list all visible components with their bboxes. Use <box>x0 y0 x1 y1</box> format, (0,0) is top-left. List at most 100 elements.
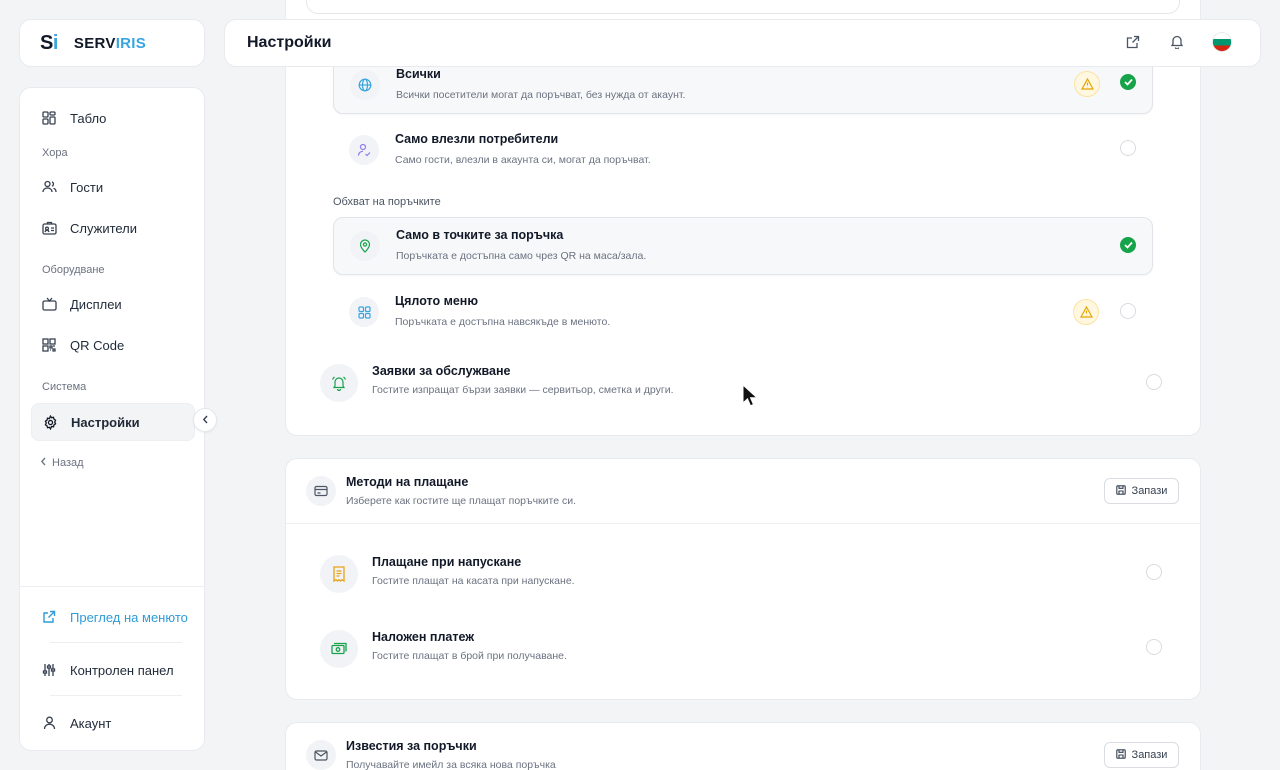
selected-check-icon <box>1120 237 1136 253</box>
bell-icon <box>1170 34 1184 54</box>
top-bar: Настройки <box>224 19 1261 67</box>
sliders-icon <box>41 662 57 678</box>
map-pin-icon <box>350 231 380 261</box>
sidebar-item-settings[interactable]: Настройки <box>31 403 195 441</box>
page-title: Настройки <box>247 34 332 51</box>
payment-method-toggle[interactable] <box>1146 639 1162 655</box>
sidebar-divider <box>20 586 204 587</box>
back-link[interactable]: Назад <box>40 457 84 469</box>
sidebar-section-system: Система <box>42 381 87 393</box>
section-title: Методи на плащане <box>346 475 469 489</box>
option-logged-in-only[interactable]: Само влезли потребители Само гости, влез… <box>333 122 1153 180</box>
account-label: Акаунт <box>70 715 112 731</box>
chevron-left-icon <box>40 457 47 469</box>
sidebar-item-label: Дисплеи <box>70 296 122 312</box>
account-link[interactable]: Акаунт <box>31 707 195 739</box>
save-label: Запази <box>1131 485 1168 497</box>
sidebar-section-equipment: Оборудване <box>42 264 105 276</box>
option-description: Поръчката е достъпна навсякъде в менюто. <box>395 316 611 328</box>
section-description: Изберете как гостите ще плащат поръчките… <box>346 495 576 507</box>
row-description: Гостите плащат в брой при получаване. <box>372 650 567 662</box>
service-requests-toggle[interactable] <box>1146 374 1162 390</box>
row-description: Гостите изпращат бързи заявки — сервитьо… <box>372 384 674 396</box>
option-order-points-only[interactable]: Само в точките за поръчка Поръчката е до… <box>333 217 1153 275</box>
logo-mark: Si <box>40 31 58 54</box>
sidebar-section-people: Хора <box>42 147 68 159</box>
row-title: Заявки за обслужване <box>372 364 511 378</box>
selected-check-icon <box>1120 74 1136 90</box>
save-button[interactable]: Запази <box>1104 478 1179 504</box>
qr-code-icon <box>41 337 57 353</box>
save-icon <box>1115 484 1126 498</box>
external-link-icon <box>41 609 57 625</box>
gear-icon <box>42 414 58 430</box>
option-description: Поръчката е достъпна само чрез QR на мас… <box>396 250 647 262</box>
option-title: Всички <box>396 67 441 81</box>
section-divider <box>286 523 1200 524</box>
save-button[interactable]: Запази <box>1104 742 1179 768</box>
sidebar-item-label: Табло <box>70 110 107 126</box>
mail-icon <box>306 740 336 770</box>
user-icon <box>41 715 57 731</box>
chevron-left-icon <box>202 411 209 429</box>
control-panel-link[interactable]: Контролен панел <box>31 654 195 686</box>
id-badge-icon <box>41 220 57 236</box>
sidebar-item-label: Служители <box>70 220 138 236</box>
preview-menu-label: Преглед на менюто <box>70 609 188 625</box>
warning-icon[interactable] <box>1073 299 1099 325</box>
row-title: Плащане при напускане <box>372 555 522 569</box>
option-title: Цялото меню <box>395 294 479 308</box>
warning-icon[interactable] <box>1074 71 1100 97</box>
sidebar-divider <box>50 642 182 643</box>
section-description: Получавайте имейл за всяка нова поръчка <box>346 759 556 770</box>
sidebar-item-label: Настройки <box>71 414 140 430</box>
user-check-icon <box>349 135 379 165</box>
payment-method-toggle[interactable] <box>1146 564 1162 580</box>
logo-wordmark: SERVIRIS <box>73 34 147 52</box>
users-icon <box>41 179 57 195</box>
sidebar-item-qr-code[interactable]: QR Code <box>31 327 195 363</box>
save-icon <box>1115 748 1126 762</box>
collapse-sidebar-button[interactable] <box>193 408 217 432</box>
language-switcher[interactable] <box>1211 31 1233 57</box>
grid-icon <box>349 297 379 327</box>
credit-card-icon <box>306 476 336 506</box>
sidebar-item-staff[interactable]: Служители <box>31 210 195 246</box>
save-label: Запази <box>1131 749 1168 761</box>
bulgaria-flag-icon <box>1212 31 1232 57</box>
notifications-button[interactable] <box>1167 34 1187 54</box>
previous-option-row <box>306 0 1180 14</box>
sidebar-item-displays[interactable]: Дисплеи <box>31 286 195 322</box>
order-scope-label: Обхват на поръчките <box>333 196 441 208</box>
sidebar-divider <box>50 695 182 696</box>
tv-icon <box>41 296 57 312</box>
bell-ring-icon <box>320 364 358 402</box>
cash-icon <box>320 630 358 668</box>
grid-icon <box>41 110 57 126</box>
globe-icon <box>350 70 380 100</box>
option-title: Само в точките за поръчка <box>396 228 564 242</box>
preview-menu-link[interactable]: Преглед на менюто <box>31 601 195 633</box>
brand-logo[interactable]: Si SERVIRIS <box>19 19 205 67</box>
section-title: Известия за поръчки <box>346 739 477 753</box>
option-description: Всички посетители могат да поръчват, без… <box>396 89 686 101</box>
sidebar-item-label: Гости <box>70 179 104 195</box>
sidebar: Табло Хора Гости Служители Оборудване Ди… <box>19 87 205 751</box>
option-title: Само влезли потребители <box>395 132 559 146</box>
option-radio[interactable] <box>1120 303 1136 319</box>
back-label: Назад <box>52 457 84 469</box>
receipt-icon <box>320 555 358 593</box>
sidebar-item-dashboard[interactable]: Табло <box>31 100 195 136</box>
row-description: Гостите плащат на касата при напускане. <box>372 575 575 587</box>
payment-method-row[interactable]: Наложен платеж Гостите плащат в брой при… <box>320 624 1180 674</box>
sidebar-item-guests[interactable]: Гости <box>31 169 195 205</box>
option-entire-menu[interactable]: Цялото меню Поръчката е достъпна навсякъ… <box>333 284 1153 342</box>
open-external-button[interactable] <box>1123 34 1143 54</box>
payment-method-row[interactable]: Плащане при напускане Гостите плащат на … <box>320 549 1180 599</box>
control-panel-label: Контролен панел <box>70 662 174 678</box>
option-description: Само гости, влезли в акаунта си, могат д… <box>395 154 651 166</box>
sidebar-item-label: QR Code <box>70 337 125 353</box>
mouse-cursor-icon <box>742 383 759 413</box>
external-link-icon <box>1126 35 1140 54</box>
option-radio[interactable] <box>1120 140 1136 156</box>
